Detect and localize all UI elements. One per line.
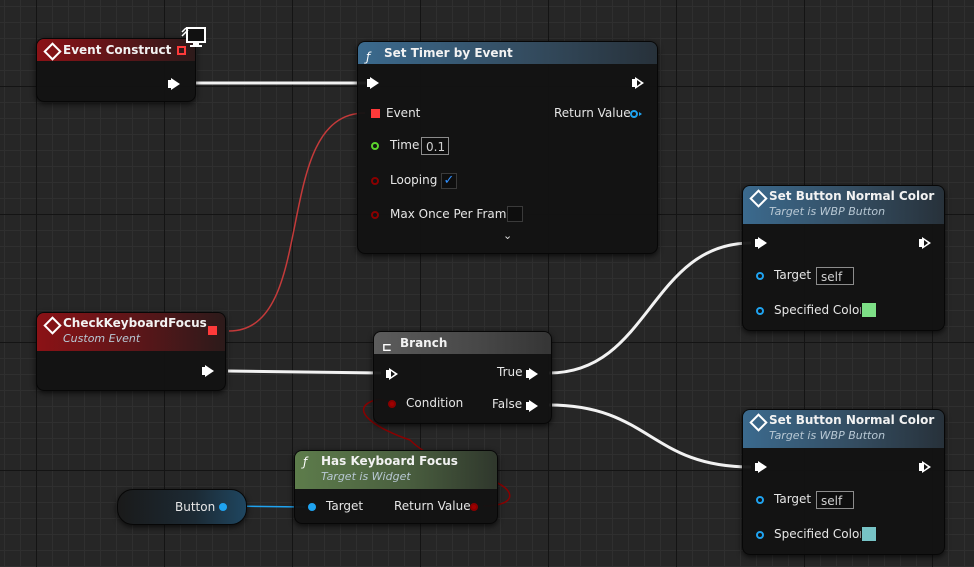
set-color-2-subtitle: Target is WBP Button — [769, 429, 886, 442]
delegate-output-pin[interactable] — [208, 326, 217, 335]
event-diamond-icon — [43, 42, 62, 61]
set-color-1-title: Set Button Normal Color — [769, 189, 935, 203]
button-variable-label: Button — [175, 500, 216, 514]
target-pin[interactable] — [756, 496, 764, 504]
looping-pin[interactable] — [371, 177, 379, 185]
time-input[interactable]: 0.1 — [421, 137, 449, 155]
event-construct-header[interactable]: Event Construct — [37, 39, 195, 61]
set-color-2-title: Set Button Normal Color — [769, 413, 935, 427]
branch-icon: ⊏ — [382, 340, 393, 354]
set-color-node-1[interactable]: Set Button Normal Color Target is WBP Bu… — [742, 185, 945, 331]
set-color-1-subtitle: Target is WBP Button — [769, 205, 886, 218]
exec-output-pin[interactable] — [168, 78, 180, 90]
set-color-2-header[interactable]: Set Button Normal Color Target is WBP Bu… — [743, 410, 944, 448]
max-once-pin[interactable] — [371, 211, 379, 219]
event-diamond-icon — [43, 316, 62, 335]
target-input[interactable]: self — [816, 267, 854, 285]
branch-node[interactable]: ⊏ Branch True Condition False — [373, 331, 552, 424]
false-exec-pin[interactable] — [526, 400, 538, 412]
target-pin[interactable] — [308, 503, 316, 511]
set-timer-header[interactable]: ƒ Set Timer by Event — [358, 42, 657, 64]
exec-input-pin[interactable] — [755, 237, 767, 249]
target-label: Target — [774, 492, 812, 506]
set-timer-node[interactable]: ƒ Set Timer by Event Event Return Value … — [357, 41, 658, 254]
event-construct-node[interactable]: Event Construct — [36, 38, 196, 102]
set-timer-title: Set Timer by Event — [384, 46, 513, 60]
branch-header[interactable]: ⊏ Branch — [374, 332, 551, 354]
color-pin[interactable] — [756, 307, 764, 315]
target-label: Target — [774, 268, 812, 282]
color-pin[interactable] — [756, 531, 764, 539]
has-focus-subtitle: Target is Widget — [321, 470, 411, 483]
target-label: Target — [326, 499, 364, 513]
branch-title: Branch — [400, 336, 448, 350]
exec-wire-focus-branch — [227, 369, 382, 375]
function-icon: ƒ — [366, 50, 371, 64]
color-swatch[interactable] — [861, 302, 877, 318]
exec-input-pin[interactable] — [755, 461, 767, 473]
has-focus-node[interactable]: ƒ Has Keyboard Focus Target is Widget Ta… — [294, 450, 498, 524]
function-icon: ƒ — [303, 455, 308, 469]
event-pin-label: Event — [386, 106, 421, 120]
condition-pin[interactable] — [388, 400, 396, 408]
return-value-label: Return Value — [394, 499, 471, 513]
exec-output-pin[interactable] — [919, 237, 931, 249]
time-pin[interactable] — [371, 142, 379, 150]
false-label: False — [492, 397, 523, 411]
exec-input-pin[interactable] — [386, 368, 398, 380]
target-input[interactable]: self — [816, 491, 854, 509]
specified-color-label: Specified Color — [774, 303, 865, 317]
condition-label: Condition — [406, 396, 464, 410]
set-color-node-2[interactable]: Set Button Normal Color Target is WBP Bu… — [742, 409, 945, 555]
exec-wire-false-setcolor2 — [548, 403, 752, 469]
button-output-pin[interactable] — [219, 503, 227, 511]
set-color-1-header[interactable]: Set Button Normal Color Target is WBP Bu… — [743, 186, 944, 224]
monitor-icon — [181, 27, 206, 47]
exec-wire-true-setcolor1 — [548, 241, 752, 375]
exec-input-pin[interactable] — [367, 77, 379, 89]
return-value-pin[interactable] — [470, 503, 478, 511]
return-value-pin[interactable] — [630, 110, 642, 118]
exec-output-pin[interactable] — [202, 365, 214, 377]
exec-output-pin[interactable] — [632, 77, 644, 89]
specified-color-label: Specified Color — [774, 527, 865, 541]
true-label: True — [497, 365, 523, 379]
check-focus-node[interactable]: CheckKeyboardFocus Custom Event — [36, 312, 226, 391]
looping-checkbox[interactable]: ✓ — [441, 173, 457, 189]
looping-label: Looping — [390, 173, 438, 187]
event-construct-title: Event Construct — [63, 43, 172, 57]
exec-output-pin[interactable] — [919, 461, 931, 473]
delegate-wire — [228, 112, 366, 332]
color-swatch[interactable] — [861, 526, 877, 542]
event-delegate-pin[interactable] — [371, 109, 380, 118]
check-focus-subtitle: Custom Event — [63, 332, 141, 345]
return-value-label: Return Value — [554, 106, 631, 120]
has-focus-title: Has Keyboard Focus — [321, 454, 458, 468]
check-focus-header[interactable]: CheckKeyboardFocus Custom Event — [37, 313, 225, 351]
expand-chevron-icon[interactable]: ⌄ — [503, 229, 512, 242]
max-once-label: Max Once Per Frame — [390, 207, 514, 221]
true-exec-pin[interactable] — [526, 368, 538, 380]
check-focus-title: CheckKeyboardFocus — [63, 316, 207, 330]
event-diamond-icon — [749, 189, 768, 208]
event-diamond-icon — [749, 413, 768, 432]
button-variable-node[interactable]: Button — [117, 489, 247, 525]
target-pin[interactable] — [756, 272, 764, 280]
max-once-checkbox[interactable] — [507, 206, 523, 222]
has-focus-header[interactable]: ƒ Has Keyboard Focus Target is Widget — [295, 451, 497, 489]
time-label: Time — [390, 138, 420, 152]
